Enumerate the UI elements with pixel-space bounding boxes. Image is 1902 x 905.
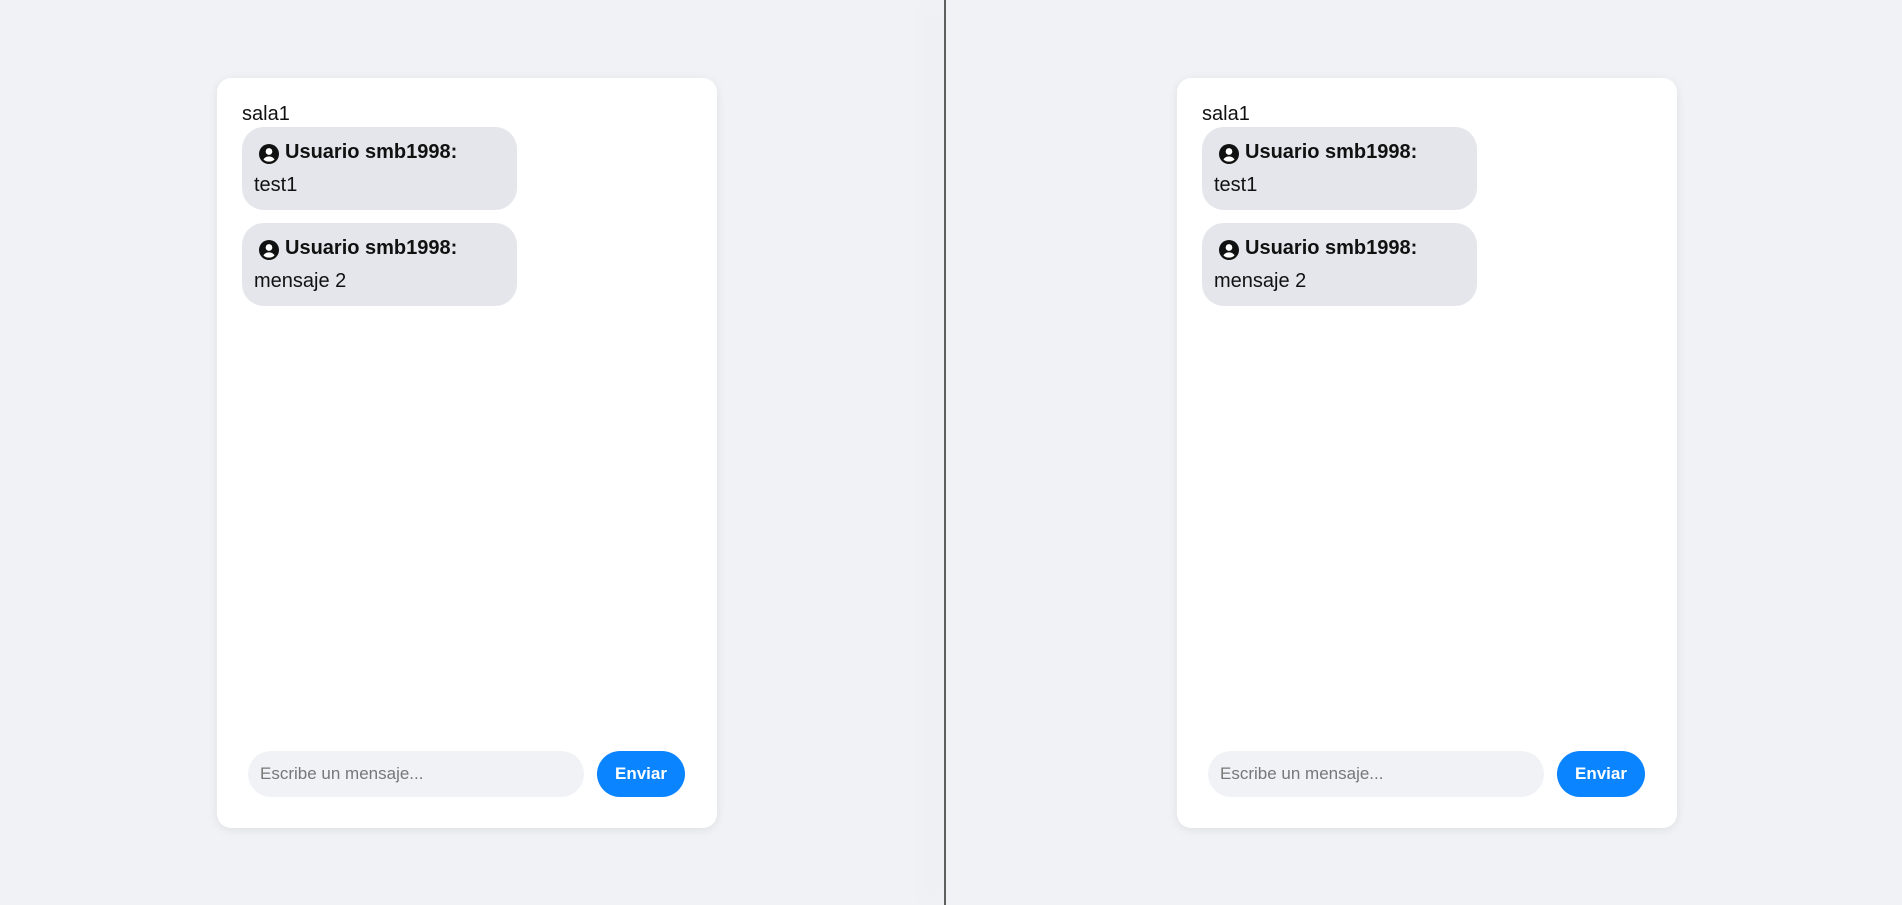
message-sender: Usuario smb1998:	[1245, 236, 1418, 259]
message-sender: Usuario smb1998:	[285, 236, 458, 259]
user-circle-icon	[1219, 144, 1239, 164]
room-name: sala1	[1202, 103, 1250, 125]
user-circle-icon	[1219, 240, 1239, 260]
send-button[interactable]: Enviar	[597, 751, 685, 797]
user-circle-icon	[259, 240, 279, 260]
message-header: Usuario smb1998:	[254, 139, 505, 165]
message-bubble: Usuario smb1998: test1	[1202, 127, 1477, 210]
room-name: sala1	[242, 103, 290, 125]
message-sender: Usuario smb1998:	[1245, 140, 1418, 163]
message-text: mensaje 2	[254, 270, 347, 292]
message-bubble: Usuario smb1998: test1	[242, 127, 517, 210]
message-bubble: Usuario smb1998: mensaje 2	[242, 223, 517, 306]
message-list: Usuario smb1998: test1 Usuario smb1998: …	[242, 127, 517, 319]
message-composer: Enviar	[1208, 751, 1648, 797]
send-button[interactable]: Enviar	[1557, 751, 1645, 797]
chat-panel: sala1 Usuario smb1998: test1 Usuario smb…	[217, 78, 717, 828]
message-text: mensaje 2	[1214, 270, 1307, 292]
split-screen: sala1 Usuario smb1998: test1 Usuario smb…	[0, 0, 1902, 905]
message-header: Usuario smb1998:	[1214, 235, 1465, 261]
message-input[interactable]	[1208, 751, 1544, 797]
user-circle-icon	[259, 144, 279, 164]
message-input[interactable]	[248, 751, 584, 797]
message-sender: Usuario smb1998:	[285, 140, 458, 163]
message-list: Usuario smb1998: test1 Usuario smb1998: …	[1202, 127, 1477, 319]
message-text: test1	[254, 174, 298, 196]
message-header: Usuario smb1998:	[254, 235, 505, 261]
message-header: Usuario smb1998:	[1214, 139, 1465, 165]
message-bubble: Usuario smb1998: mensaje 2	[1202, 223, 1477, 306]
message-composer: Enviar	[248, 751, 688, 797]
chat-panel: sala1 Usuario smb1998: test1 Usuario smb…	[1177, 78, 1677, 828]
right-browser-window: sala1 Usuario smb1998: test1 Usuario smb…	[946, 0, 1902, 905]
left-browser-window: sala1 Usuario smb1998: test1 Usuario smb…	[0, 0, 945, 905]
message-text: test1	[1214, 174, 1258, 196]
